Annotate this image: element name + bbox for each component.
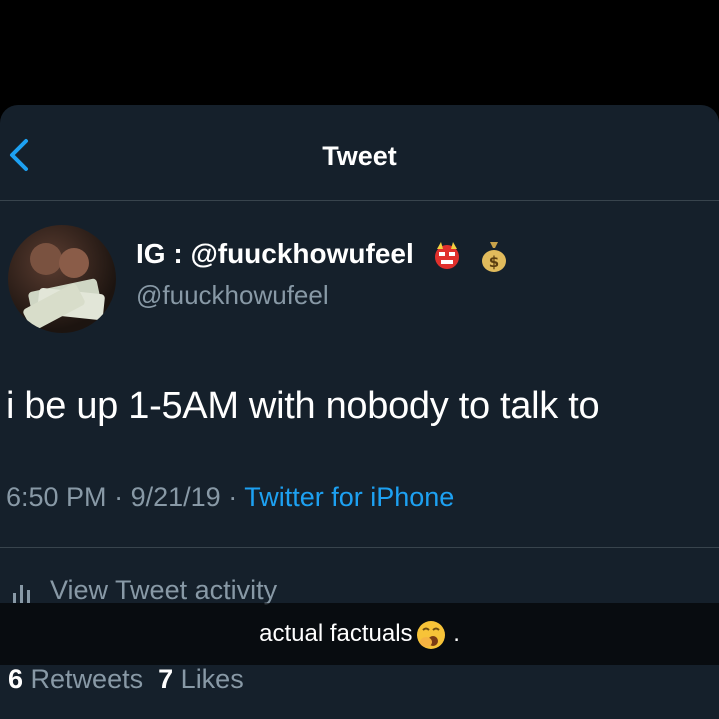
- likes-count[interactable]: 7 Likes: [158, 664, 244, 694]
- retweets-count[interactable]: 6 Retweets: [8, 664, 143, 694]
- snap-caption: actual factuals .: [0, 603, 719, 665]
- caption-trailing: .: [446, 620, 460, 647]
- engagement-counts: 6 Retweets 7 Likes: [8, 664, 244, 695]
- avatar-image: [23, 243, 105, 331]
- meta-separator: ·: [114, 482, 131, 512]
- divider: [0, 547, 719, 548]
- top-bar: Tweet: [0, 105, 719, 201]
- user-handle[interactable]: @fuuckhowufeel: [136, 280, 329, 311]
- display-name-text: IG : @fuuckhowufeel: [136, 238, 414, 269]
- tweet-date: 9/21/19: [130, 482, 221, 512]
- yawning-face-emoji-icon: [416, 620, 445, 649]
- meta-separator: ·: [228, 482, 245, 512]
- tweet-meta: 6:50 PM · 9/21/19 · Twitter for iPhone: [6, 482, 454, 513]
- money-bag-emoji-icon: $: [482, 241, 507, 272]
- stats-bars-icon: [13, 584, 30, 603]
- tweet-text: i be up 1-5AM with nobody to talk to: [6, 385, 600, 427]
- avatar[interactable]: [8, 225, 116, 333]
- page-title: Tweet: [322, 141, 397, 171]
- japanese-goblin-emoji-icon: [434, 241, 459, 269]
- display-name[interactable]: IG : @fuuckhowufeel $: [136, 238, 509, 273]
- view-tweet-activity-button[interactable]: View Tweet activity: [12, 575, 277, 606]
- tweet-time: 6:50 PM: [6, 482, 107, 512]
- caption-text: actual factuals: [259, 620, 413, 647]
- activity-label: View Tweet activity: [50, 575, 278, 605]
- svg-text:$: $: [489, 253, 499, 271]
- tweet-source-link[interactable]: Twitter for iPhone: [244, 482, 454, 512]
